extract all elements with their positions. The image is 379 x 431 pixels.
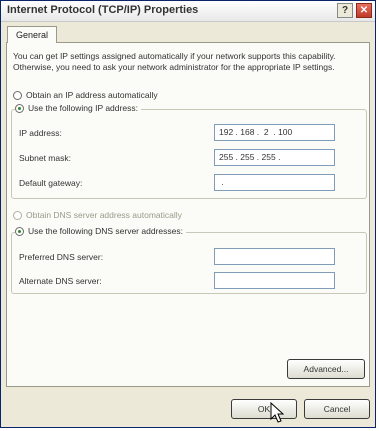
default-gateway-label: Default gateway: xyxy=(19,178,83,188)
auto-ip-radio-label: Obtain an IP address automatically xyxy=(26,90,158,100)
general-panel: You can get IP settings assigned automat… xyxy=(6,42,370,387)
cancel-button[interactable]: Cancel xyxy=(304,399,370,419)
window-title: Internet Protocol (TCP/IP) Properties xyxy=(7,4,199,16)
ip-address-field[interactable]: 192 . 168 . 2 . 100 xyxy=(214,124,335,141)
manual-ip-radio-label: Use the following IP address: xyxy=(28,103,138,113)
advanced-button[interactable]: Advanced... xyxy=(287,359,365,379)
description-text: You can get IP settings assigned automat… xyxy=(13,51,336,72)
alternate-dns-field[interactable] xyxy=(214,272,335,289)
tab-general[interactable]: General xyxy=(7,26,58,43)
close-button[interactable]: ✕ xyxy=(356,3,372,18)
help-button[interactable]: ? xyxy=(337,3,353,18)
manual-ip-radio[interactable] xyxy=(15,104,24,114)
alternate-dns-label: Alternate DNS server: xyxy=(19,276,102,286)
auto-dns-radio[interactable] xyxy=(13,211,22,221)
auto-dns-radio-row[interactable]: Obtain DNS server address automatically xyxy=(13,210,182,222)
ip-address-label: IP address: xyxy=(19,128,62,138)
manual-ip-radio-row[interactable]: Use the following IP address: xyxy=(15,103,141,115)
ok-button[interactable]: OK xyxy=(231,399,297,419)
default-gateway-field[interactable]: . xyxy=(214,174,335,191)
auto-dns-radio-label: Obtain DNS server address automatically xyxy=(26,210,182,220)
preferred-dns-field[interactable] xyxy=(214,248,335,265)
manual-dns-radio[interactable] xyxy=(15,227,24,237)
manual-dns-radio-label: Use the following DNS server addresses: xyxy=(28,226,183,236)
preferred-dns-label: Preferred DNS server: xyxy=(19,252,104,262)
subnet-mask-label: Subnet mask: xyxy=(19,153,71,163)
subnet-mask-field[interactable]: 255 . 255 . 255 . xyxy=(214,149,335,166)
tcpip-properties-window: Internet Protocol (TCP/IP) Properties ? … xyxy=(0,0,376,428)
auto-ip-radio[interactable] xyxy=(13,91,22,101)
manual-dns-radio-row[interactable]: Use the following DNS server addresses: xyxy=(15,226,186,238)
mouse-pointer-icon xyxy=(270,402,284,423)
auto-ip-radio-row[interactable]: Obtain an IP address automatically xyxy=(13,90,158,102)
title-bar[interactable]: Internet Protocol (TCP/IP) Properties ? … xyxy=(1,1,375,22)
